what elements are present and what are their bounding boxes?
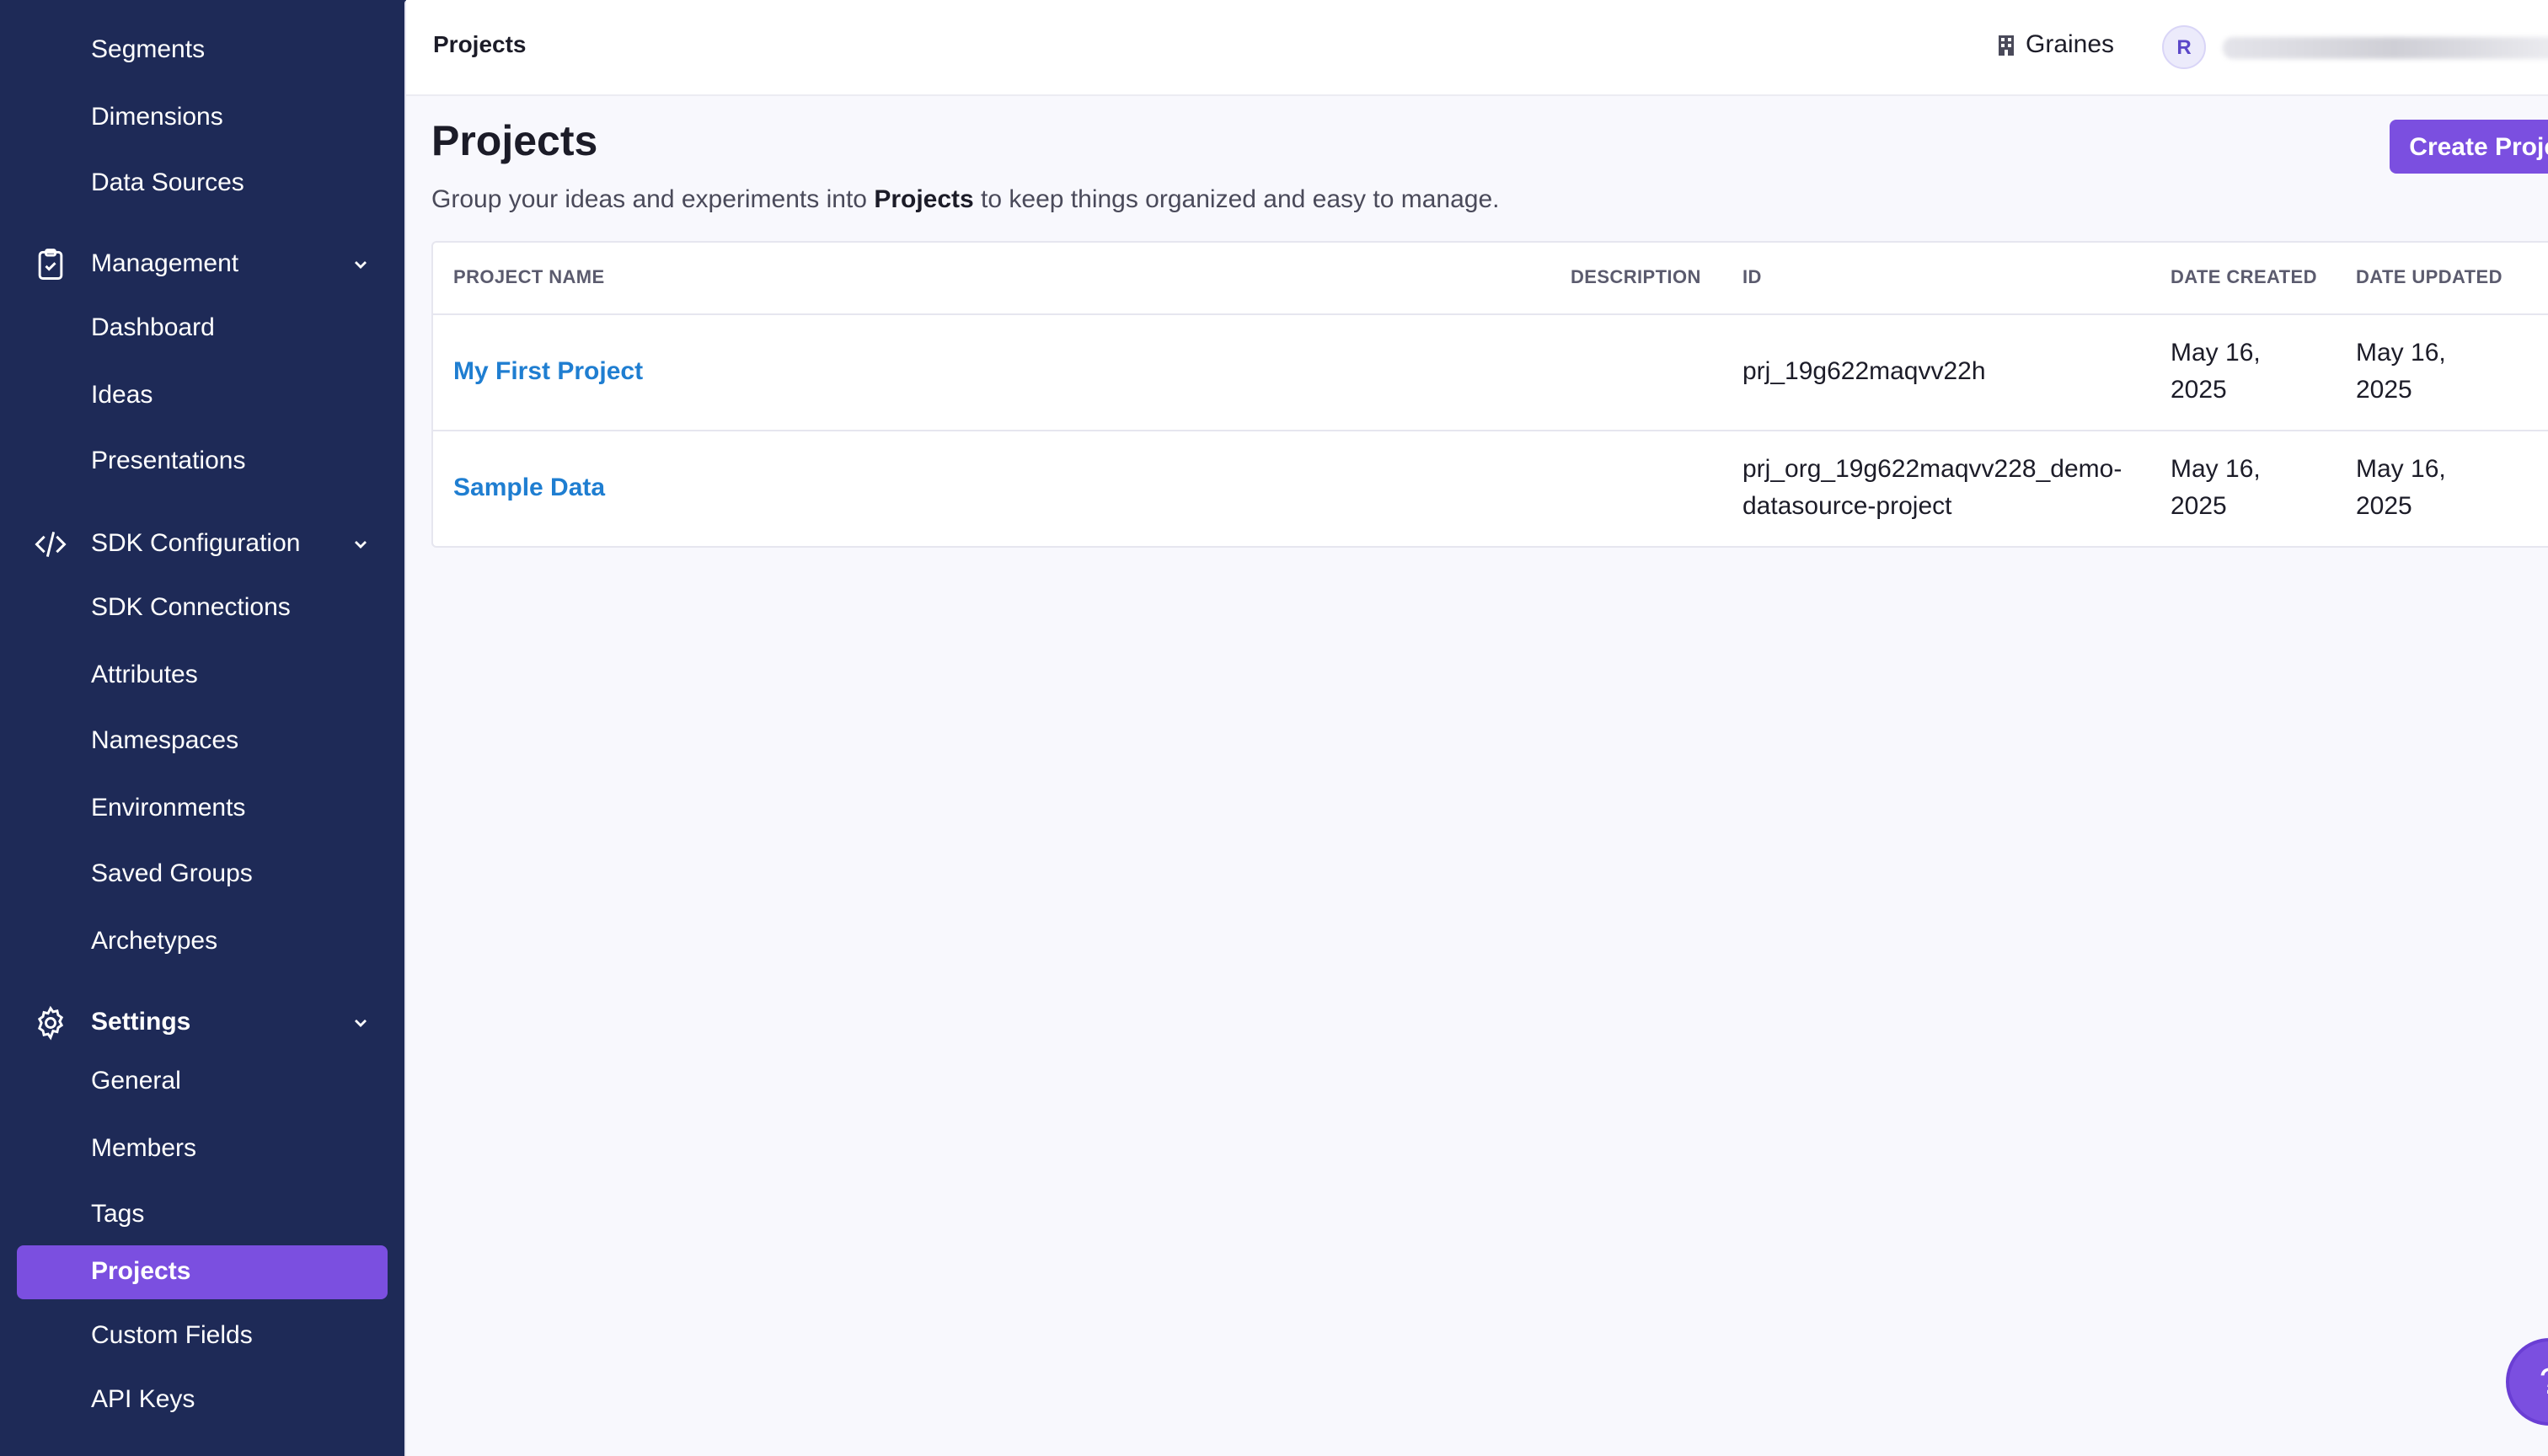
project-id: prj_org_19g622maqvv228_demo- datasource-… bbox=[1742, 452, 2122, 526]
date-created: May 16, 2025 bbox=[2171, 452, 2261, 526]
project-id: prj_19g622maqvv22h bbox=[1742, 354, 1986, 391]
column-header-date-updated[interactable]: DATE UPDATED bbox=[2356, 268, 2502, 288]
table-row: Sample Data prj_org_19g622maqvv228_demo-… bbox=[433, 431, 2548, 546]
date-created-line: May 16, bbox=[2171, 455, 2261, 484]
sidebar-section-settings[interactable]: Settings bbox=[0, 996, 404, 1050]
project-id-line: prj_org_19g622maqvv228_demo- bbox=[1742, 455, 2122, 484]
date-updated-line: May 16, bbox=[2356, 339, 2446, 367]
building-icon bbox=[1999, 35, 2014, 56]
org-switcher[interactable]: Graines bbox=[1997, 30, 2114, 59]
clipboard-check-icon bbox=[38, 249, 63, 280]
more-options-icon[interactable] bbox=[2543, 356, 2548, 389]
page-subtitle-text-end: to keep things organized and easy to man… bbox=[973, 185, 1500, 214]
page-subtitle: Group your ideas and experiments into Pr… bbox=[431, 185, 1500, 214]
main-content: Projects Graines R Projects Group your i… bbox=[404, 0, 2548, 1456]
page-title: Projects bbox=[431, 118, 598, 165]
project-id-line: datasource-project bbox=[1742, 492, 1952, 521]
create-project-button[interactable]: Create Project bbox=[2390, 120, 2548, 174]
help-button[interactable]: ? bbox=[2506, 1338, 2548, 1426]
sidebar-item-members[interactable]: Members bbox=[91, 1132, 196, 1166]
date-updated-line: 2025 bbox=[2356, 376, 2412, 404]
sidebar-item-saved-groups[interactable]: Saved Groups bbox=[91, 858, 253, 891]
sidebar-section-sdk-label: SDK Configuration bbox=[91, 529, 301, 558]
breadcrumb: Projects bbox=[433, 30, 527, 57]
sidebar-item-data-sources[interactable]: Data Sources bbox=[91, 167, 244, 201]
username-redacted[interactable] bbox=[2223, 37, 2548, 59]
sidebar-item-dashboard[interactable]: Dashboard bbox=[91, 312, 215, 345]
code-icon bbox=[35, 531, 67, 558]
date-created-line: 2025 bbox=[2171, 376, 2227, 404]
sidebar-item-presentations[interactable]: Presentations bbox=[91, 445, 245, 479]
app-root: Segments Dimensions Data Sources Managem… bbox=[0, 0, 2548, 1456]
sidebar-item-dimensions[interactable]: Dimensions bbox=[91, 101, 223, 135]
date-updated: May 16, 2025 bbox=[2356, 335, 2446, 410]
org-name: Graines bbox=[2026, 30, 2115, 59]
column-header-id[interactable]: ID bbox=[1742, 268, 1762, 288]
chevron-down-icon bbox=[355, 541, 367, 549]
chevron-down-icon bbox=[355, 1020, 367, 1027]
sidebar-item-projects-label: Projects bbox=[91, 1257, 191, 1286]
gear-icon bbox=[37, 1005, 64, 1041]
sidebar-item-environments[interactable]: Environments bbox=[91, 792, 245, 826]
page-subtitle-text: Group your ideas and experiments into bbox=[431, 185, 875, 214]
project-name-link[interactable]: My First Project bbox=[453, 354, 643, 391]
date-updated: May 16, 2025 bbox=[2356, 452, 2446, 526]
column-header-project-name[interactable]: PROJECT NAME bbox=[453, 268, 605, 288]
sidebar-section-management-label: Management bbox=[91, 249, 239, 278]
chevron-down-icon bbox=[355, 261, 367, 269]
sidebar-item-archetypes[interactable]: Archetypes bbox=[91, 925, 217, 959]
column-header-date-created[interactable]: DATE CREATED bbox=[2171, 268, 2317, 288]
project-id-line: prj_19g622maqvv22h bbox=[1742, 357, 1986, 386]
date-updated-line: May 16, bbox=[2356, 455, 2446, 484]
sidebar-item-projects[interactable]: Projects bbox=[17, 1245, 388, 1299]
top-bar: Projects Graines R bbox=[406, 0, 2548, 96]
sidebar-item-namespaces[interactable]: Namespaces bbox=[91, 725, 238, 758]
date-created-line: May 16, bbox=[2171, 339, 2261, 367]
date-created-line: 2025 bbox=[2171, 492, 2227, 521]
sidebar-item-attributes[interactable]: Attributes bbox=[91, 659, 198, 693]
sidebar-item-api-keys[interactable]: API Keys bbox=[91, 1384, 195, 1417]
avatar[interactable]: R bbox=[2162, 25, 2206, 69]
project-name-link[interactable]: Sample Data bbox=[453, 470, 605, 507]
projects-table: PROJECT NAME DESCRIPTION ID DATE CREATED… bbox=[431, 241, 2548, 548]
sidebar-item-tags[interactable]: Tags bbox=[91, 1198, 144, 1232]
sidebar-item-sdk-connections[interactable]: SDK Connections bbox=[91, 592, 291, 625]
more-options-icon[interactable] bbox=[2543, 472, 2548, 506]
sidebar-section-sdk-configuration[interactable]: SDK Configuration bbox=[0, 517, 404, 571]
date-updated-line: 2025 bbox=[2356, 492, 2412, 521]
sidebar-item-custom-fields[interactable]: Custom Fields bbox=[91, 1320, 253, 1353]
sidebar-section-management[interactable]: Management bbox=[0, 238, 404, 292]
table-row: My First Project prj_19g622maqvv22h May … bbox=[433, 315, 2548, 431]
sidebar-item-ideas[interactable]: Ideas bbox=[91, 379, 153, 413]
column-header-description[interactable]: DESCRIPTION bbox=[1571, 268, 1701, 288]
page-subtitle-bold: Projects bbox=[874, 185, 974, 214]
sidebar-item-segments[interactable]: Segments bbox=[91, 34, 205, 67]
table-header: PROJECT NAME DESCRIPTION ID DATE CREATED… bbox=[433, 243, 2548, 315]
sidebar: Segments Dimensions Data Sources Managem… bbox=[0, 0, 404, 1456]
date-created: May 16, 2025 bbox=[2171, 335, 2261, 410]
sidebar-item-general[interactable]: General bbox=[91, 1065, 181, 1099]
sidebar-section-settings-label: Settings bbox=[91, 1008, 191, 1036]
